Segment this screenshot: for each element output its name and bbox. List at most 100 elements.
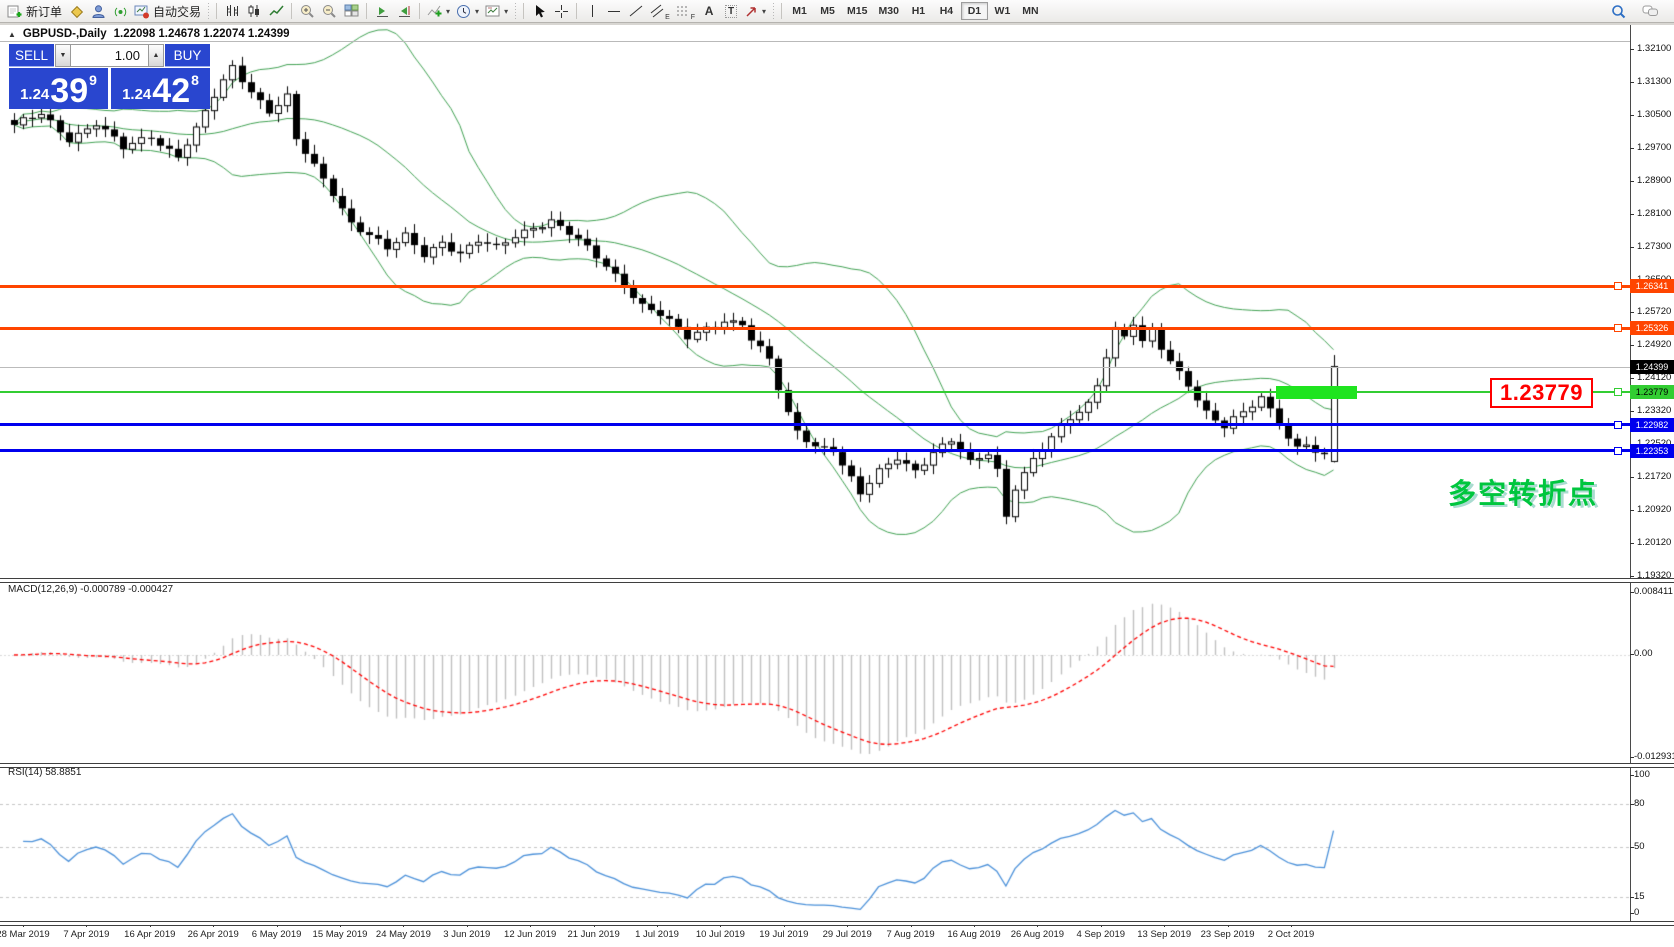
horizontal-line-icon (607, 6, 621, 17)
zoom-out-button[interactable] (318, 1, 340, 21)
mt4-window: 新订单 自动交易 (0, 0, 1674, 947)
volume-input[interactable]: 1.00 (71, 44, 148, 67)
volume-down-button[interactable]: ▼ (55, 44, 71, 67)
cursor-tool-button[interactable] (528, 1, 550, 21)
horizontal-level-line[interactable] (0, 423, 1630, 426)
autotrading-icon (134, 4, 150, 19)
price-axis-tickmark (1630, 82, 1634, 83)
line-handle[interactable] (1614, 447, 1622, 455)
chart-canvas[interactable] (0, 0, 1674, 947)
text-label-tool-button[interactable]: T (720, 1, 742, 21)
line-chart-button[interactable] (265, 1, 287, 21)
channel-tool-button[interactable]: E (647, 1, 673, 21)
gray-horizontal-line[interactable] (0, 41, 1630, 42)
new-order-icon (7, 4, 23, 19)
arrows-tool-button[interactable]: ▾ (742, 1, 769, 21)
current-price-line (0, 367, 1630, 368)
tile-windows-icon (344, 4, 359, 18)
pane-separator[interactable] (0, 763, 1674, 768)
price-axis-tickmark (1630, 378, 1634, 379)
horizontal-level-line[interactable] (0, 449, 1630, 452)
trendline-tool-button[interactable] (625, 1, 647, 21)
sell-price-pip: 9 (89, 72, 97, 88)
autotrading-button[interactable]: 自动交易 (131, 1, 204, 21)
crosshair-tool-button[interactable] (550, 1, 572, 21)
timeframe-button-h4[interactable]: H4 (933, 2, 960, 20)
bar-chart-icon (225, 4, 240, 18)
horizontal-level-line[interactable] (0, 327, 1630, 330)
timeframe-button-m15[interactable]: M15 (842, 2, 872, 20)
dropdown-icon: ▾ (475, 7, 479, 16)
line-handle[interactable] (1614, 324, 1622, 332)
rsi-axis-tick: 50 (1634, 841, 1645, 852)
volume-up-button[interactable]: ▲ (148, 44, 164, 67)
sell-price-block[interactable]: 1.24 39 9 (9, 68, 108, 109)
vertical-line-icon (587, 4, 598, 18)
chart-shift-button[interactable] (393, 1, 415, 21)
price-axis-tick: 1.30500 (1637, 109, 1671, 120)
price-callout-box[interactable]: 1.23779 (1490, 378, 1593, 408)
horizontal-level-line[interactable] (0, 285, 1630, 288)
bar-chart-button[interactable] (221, 1, 243, 21)
pane-separator[interactable] (0, 921, 1674, 926)
price-level-chip: 1.23779 (1630, 385, 1674, 399)
timeframe-button-w1[interactable]: W1 (989, 2, 1016, 20)
templates-button[interactable]: ▾ (482, 1, 511, 21)
chat-icon (1642, 4, 1659, 18)
timeframe-button-m5[interactable]: M5 (814, 2, 841, 20)
candlestick-chart-button[interactable] (243, 1, 265, 21)
text-tool-button[interactable]: A (698, 1, 720, 21)
horizontal-level-line[interactable] (0, 391, 1630, 393)
support-highlight-zone[interactable] (1276, 386, 1357, 399)
pane-separator[interactable] (0, 578, 1674, 583)
price-axis-tick: 1.32100 (1637, 43, 1671, 54)
toolbar-separator (576, 3, 577, 19)
price-axis-tick: 1.20920 (1637, 504, 1671, 515)
timeframe-button-h1[interactable]: H1 (905, 2, 932, 20)
fibonacci-icon (676, 4, 690, 18)
buy-price-block[interactable]: 1.24 42 8 (111, 68, 210, 109)
zoom-in-button[interactable] (296, 1, 318, 21)
price-axis-tick: 1.31300 (1637, 76, 1671, 87)
timeframe-button-m30[interactable]: M30 (873, 2, 903, 20)
time-axis-label: 16 Aug 2019 (947, 929, 1000, 940)
time-axis-label: 13 Sep 2019 (1137, 929, 1191, 940)
search-button[interactable] (1607, 1, 1629, 21)
price-axis-tickmark (1630, 477, 1634, 478)
line-handle[interactable] (1614, 388, 1622, 396)
sell-button[interactable]: SELL (9, 44, 54, 67)
toolbar-right (1607, 1, 1670, 21)
indicators-button[interactable]: ▾ (424, 1, 453, 21)
periods-button[interactable]: ▾ (453, 1, 482, 21)
vertical-line-tool-button[interactable] (581, 1, 603, 21)
fibonacci-letter: F (691, 14, 695, 21)
auto-scroll-button[interactable] (371, 1, 393, 21)
time-axis-label: 2 Oct 2019 (1268, 929, 1314, 940)
new-order-button[interactable]: 新订单 (4, 1, 65, 21)
toolbar-separator (781, 3, 782, 19)
toolbar-separator (523, 3, 524, 19)
fibonacci-tool-button[interactable]: F (673, 1, 698, 21)
line-handle[interactable] (1614, 421, 1622, 429)
signals-button[interactable] (109, 1, 131, 21)
timeframe-button-m1[interactable]: M1 (786, 2, 813, 20)
chat-button[interactable] (1639, 1, 1662, 21)
macd-indicator-label: MACD(12,26,9) -0.000789 -0.000427 (8, 584, 173, 595)
time-axis-label: 4 Sep 2019 (1076, 929, 1125, 940)
price-axis-tickmark (1630, 181, 1634, 182)
line-handle[interactable] (1614, 282, 1622, 290)
sell-price-prefix: 1.24 (20, 86, 49, 103)
timeframe-button-d1[interactable]: D1 (961, 2, 988, 20)
buy-button[interactable]: BUY (165, 44, 210, 67)
profile-button[interactable] (87, 1, 109, 21)
timeframe-button-mn[interactable]: MN (1017, 2, 1044, 20)
tile-windows-button[interactable] (340, 1, 362, 21)
price-axis-tickmark (1630, 510, 1634, 511)
collapse-icon[interactable]: ▲ (8, 30, 16, 39)
auto-scroll-icon (375, 4, 390, 18)
turning-point-note[interactable]: 多空转折点 (1448, 472, 1598, 512)
metaeditor-button[interactable] (65, 1, 87, 21)
horizontal-line-tool-button[interactable] (603, 1, 625, 21)
trendline-icon (629, 4, 643, 18)
price-axis-tick: 1.28900 (1637, 175, 1671, 186)
